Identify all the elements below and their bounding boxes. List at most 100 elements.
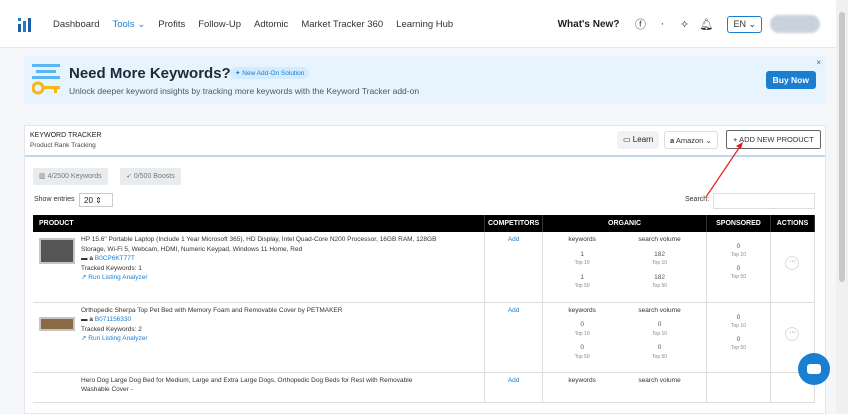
top50-label: Top 50 — [652, 353, 668, 360]
add-competitor-link[interactable]: Add — [508, 236, 520, 243]
header-sponsored[interactable]: SPONSORED — [706, 215, 771, 232]
flag-icon: ▬ — [81, 255, 88, 262]
add-competitor-link[interactable]: Add — [508, 377, 520, 384]
entries-select[interactable]: 20 ⇕ — [79, 193, 113, 207]
top50-label: Top 50 — [652, 283, 668, 289]
add-competitor-link[interactable]: Add — [508, 307, 520, 314]
avatar[interactable] — [770, 15, 820, 33]
marketplace-selector[interactable]: a Amazon ⌄ — [664, 131, 718, 149]
more-actions-button[interactable]: ··· — [785, 326, 800, 341]
header-competitors[interactable]: COMPETITORS — [484, 215, 544, 232]
nav-adtomic[interactable]: Adtomic — [254, 19, 288, 30]
buy-now-button[interactable]: Buy Now — [765, 71, 816, 89]
run-listing-analyzer-label: Run Listing Analyzer — [88, 335, 148, 342]
amazon-icon: a — [89, 316, 93, 323]
keywords-label: keywords — [568, 306, 596, 314]
search-volume-label: search volume — [638, 306, 681, 314]
sponsored-top50: 0 — [736, 335, 741, 343]
keywords-top10: 0 — [580, 321, 584, 328]
banner-subtitle: Unlock deeper keyword insights by tracki… — [69, 86, 420, 96]
scrollbar[interactable] — [836, 0, 848, 414]
asin-link[interactable]: B0CP6KT77T — [95, 255, 135, 262]
facebook-icon[interactable]: ⓕ — [633, 17, 647, 31]
whats-new-link[interactable]: What's New? — [558, 19, 620, 30]
keywords-label: keywords — [568, 376, 596, 384]
key-icon — [32, 64, 60, 95]
bell-icon[interactable]: 🔔︎ — [699, 17, 713, 31]
language-selector[interactable]: EN ⌄ — [727, 15, 762, 33]
top10-label: Top 10 — [652, 260, 668, 266]
upsell-banner: Need More Keywords? ✦ New Add-On Solutio… — [24, 56, 826, 104]
search-volume-top50: 182 — [654, 273, 665, 281]
sparkle-icon[interactable]: ✧ — [677, 17, 691, 31]
keyword-tracker-card: KEYWORD TRACKER Product Rank Tracking ▭ … — [24, 125, 826, 414]
run-listing-analyzer-label: Run Listing Analyzer — [88, 274, 148, 281]
keywords-usage-label: 4/2500 Keywords — [47, 173, 102, 180]
keywords-usage-badge: ▥ 4/2500 Keywords — [33, 168, 108, 185]
marketplace-label: Amazon — [675, 136, 704, 145]
nav-tools[interactable]: Tools ⌄ — [112, 19, 145, 30]
learn-button[interactable]: ▭ Learn — [617, 131, 660, 149]
top10-label: Top 10 — [574, 260, 590, 266]
nav-profits[interactable]: Profits — [158, 19, 185, 30]
rocket-icon[interactable]: · — [655, 17, 669, 31]
video-icon: ▭ — [623, 135, 631, 144]
more-actions-button[interactable]: ··· — [785, 256, 800, 270]
product-title[interactable]: Orthopedic Sherpa Top Pet Bed with Memor… — [81, 306, 441, 316]
amazon-icon: a — [89, 255, 93, 262]
top10-label: Top 10 — [730, 252, 746, 258]
tracker-subtitle: Product Rank Tracking — [30, 142, 96, 149]
header-organic[interactable]: ORGANIC — [542, 215, 707, 232]
keywords-top50: 1 — [580, 273, 584, 281]
scrollbar-thumb[interactable] — [839, 12, 845, 282]
top10-label: Top 10 — [574, 330, 590, 337]
chat-icon — [807, 364, 821, 374]
run-listing-analyzer-link[interactable]: ↗ Run Listing Analyzer — [81, 334, 441, 344]
keywords-label: keywords — [568, 236, 596, 243]
chart-icon: ▥ — [39, 173, 46, 180]
flag-icon: ▬ — [81, 316, 88, 323]
table-row: HP 15.6" Portable Laptop (Include 1 Year… — [33, 232, 816, 303]
language-label: EN — [733, 18, 746, 29]
nav-tools-label: Tools — [112, 18, 135, 30]
search-volume-label: search volume — [638, 236, 681, 243]
asin-link[interactable]: B071156330 — [95, 316, 131, 323]
search-volume-top10: 182 — [654, 250, 665, 258]
entries-value: 20 — [84, 196, 93, 205]
product-title[interactable]: HP 15.6" Portable Laptop (Include 1 Year… — [81, 235, 441, 254]
keywords-top10: 1 — [580, 250, 584, 258]
top50-label: Top 50 — [730, 274, 746, 280]
keywords-top50: 0 — [580, 344, 584, 351]
logo-icon[interactable] — [18, 18, 34, 32]
table-row: Orthopedic Sherpa Top Pet Bed with Memor… — [33, 302, 816, 373]
amazon-icon: a — [670, 136, 675, 145]
header-product[interactable]: PRODUCT — [33, 215, 486, 232]
close-icon[interactable]: × — [816, 58, 821, 67]
add-new-product-button[interactable]: + ADD NEW PRODUCT — [726, 130, 821, 149]
new-addon-badge: ✦ New Add-On Solution — [230, 67, 310, 79]
banner-title: Need More Keywords? — [69, 65, 231, 82]
header-actions: ACTIONS — [770, 215, 816, 232]
nav-market-tracker[interactable]: Market Tracker 360 — [301, 19, 383, 30]
learn-label: Learn — [632, 135, 654, 144]
show-entries-label: Show entries — [34, 196, 75, 203]
top10-label: Top 10 — [652, 330, 668, 337]
nav-learning-hub[interactable]: Learning Hub — [396, 19, 453, 30]
product-image[interactable] — [39, 316, 75, 331]
product-image[interactable] — [39, 238, 75, 264]
add-new-product-label: ADD NEW PRODUCT — [739, 135, 814, 144]
run-listing-analyzer-link[interactable]: ↗ Run Listing Analyzer — [81, 273, 441, 283]
search-input[interactable] — [713, 193, 815, 209]
boosts-usage-badge: ➶ 0/500 Boosts — [120, 168, 181, 185]
product-table: PRODUCT COMPETITORS ORGANIC SPONSORED AC… — [33, 215, 816, 403]
sponsored-top10: 0 — [736, 313, 741, 321]
product-title[interactable]: Hero Dog Large Dog Bed for Medium, Large… — [81, 376, 441, 395]
tracked-keywords: Tracked Keywords: 2 — [81, 325, 142, 333]
boosts-usage-label: 0/500 Boosts — [133, 173, 175, 180]
sponsored-top10: 0 — [736, 243, 741, 250]
nav-follow-up[interactable]: Follow-Up — [198, 19, 241, 30]
chat-button[interactable] — [798, 353, 830, 385]
search-label: Search: — [685, 196, 710, 203]
rocket-icon: ➶ — [126, 173, 132, 180]
nav-dashboard[interactable]: Dashboard — [53, 19, 99, 30]
